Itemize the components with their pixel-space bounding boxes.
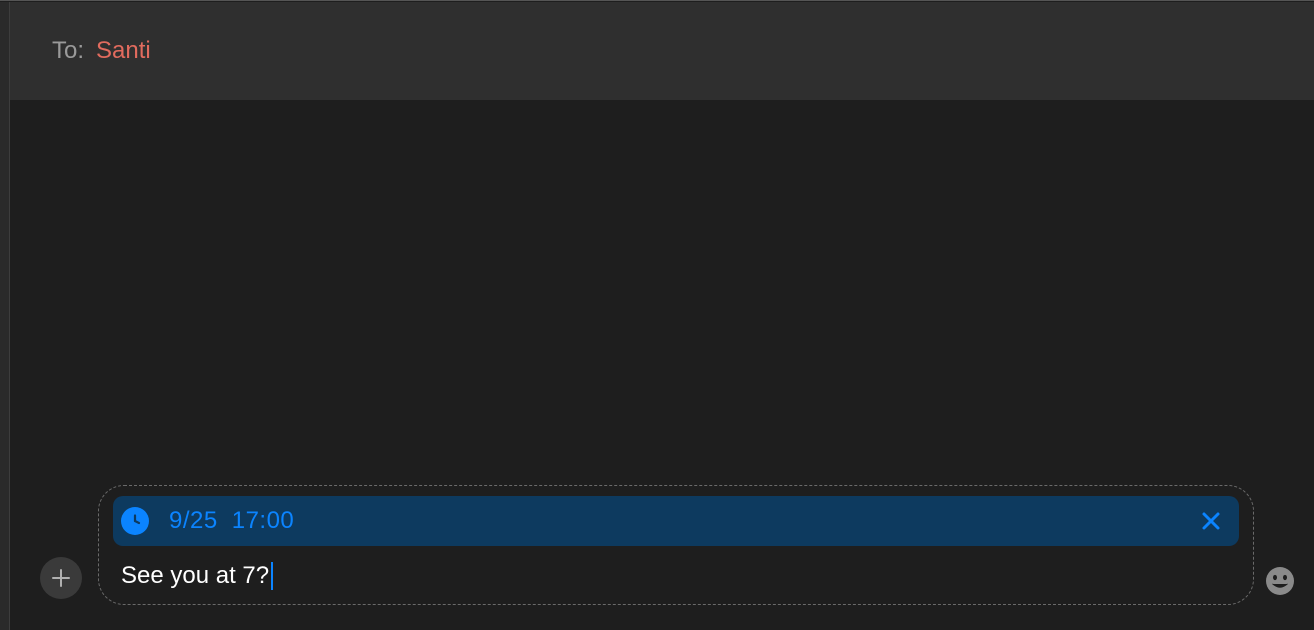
message-input[interactable]: See you at 7? [113, 562, 1239, 590]
message-text: See you at 7? [121, 562, 269, 590]
scheduled-time: 17:00 [232, 507, 295, 534]
scheduled-date: 9/25 [169, 507, 218, 534]
text-cursor [271, 562, 273, 590]
recipient-header[interactable]: To: Santi [10, 2, 1314, 100]
close-icon [1200, 510, 1222, 532]
emoji-icon [1264, 565, 1296, 597]
emoji-picker-button[interactable] [1262, 563, 1298, 599]
scheduled-send-pill[interactable]: 9/25 17:00 [113, 496, 1239, 546]
compose-box[interactable]: 9/25 17:00 See you at 7? [98, 485, 1254, 605]
add-attachment-button[interactable] [40, 557, 82, 599]
scheduled-datetime: 9/25 17:00 [169, 507, 294, 535]
compose-wrapper: 9/25 17:00 See you at 7? [40, 485, 1254, 605]
left-bar [0, 2, 10, 630]
plus-icon [50, 567, 72, 589]
clear-scheduled-button[interactable] [1197, 507, 1225, 535]
to-label: To: [52, 37, 84, 65]
clock-icon [121, 507, 149, 535]
to-recipient[interactable]: Santi [96, 37, 151, 65]
